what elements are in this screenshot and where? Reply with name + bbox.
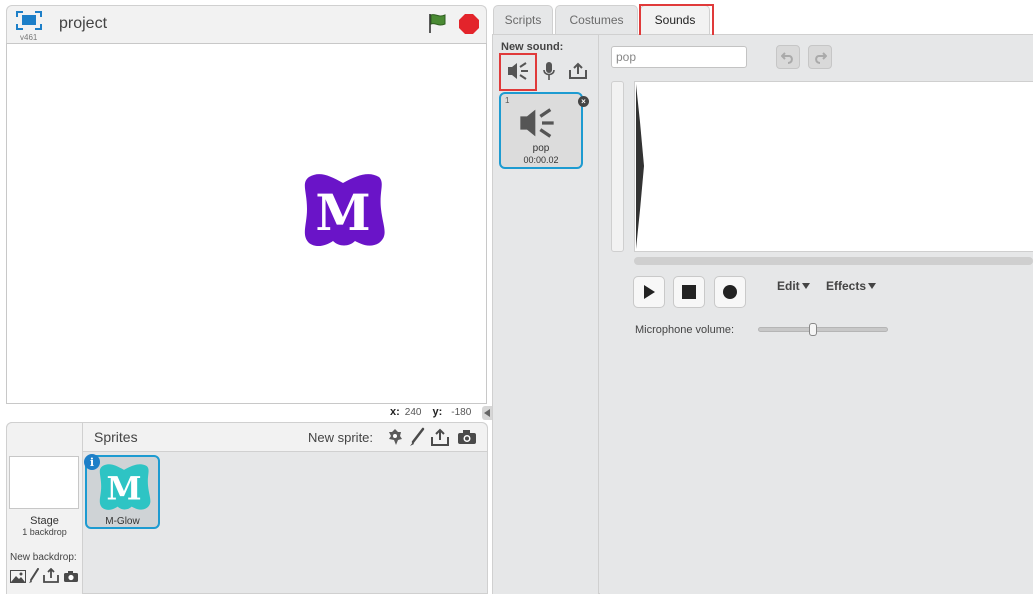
sprites-header xyxy=(83,423,487,452)
sprite-m-glow-on-stage[interactable]: M xyxy=(299,169,387,251)
upload-backdrop-button[interactable] xyxy=(42,567,59,584)
play-icon xyxy=(644,285,655,299)
record-button[interactable] xyxy=(714,276,746,308)
dropdown-arrow-icon xyxy=(868,283,877,289)
camera-backdrop-button[interactable] xyxy=(62,569,79,583)
paint-new-sprite-button[interactable] xyxy=(408,426,426,448)
x-coord-value: 240 xyxy=(404,407,422,418)
upload-icon xyxy=(42,568,59,583)
library-sound-highlight xyxy=(499,53,537,91)
upload-icon xyxy=(431,428,449,446)
edit-menu-label: Edit xyxy=(777,279,800,293)
stop-button[interactable] xyxy=(458,13,480,35)
camera-icon xyxy=(457,430,476,444)
fullscreen-icon xyxy=(16,11,42,30)
m-letter-sprite-icon: M xyxy=(304,174,385,247)
sound-tile-pop[interactable]: 1 pop 00:00.02 xyxy=(499,92,583,169)
info-icon: i xyxy=(89,455,95,469)
dropdown-arrow-icon xyxy=(801,283,810,289)
mouse-coordinates: x: 240 y: -180 xyxy=(390,406,471,418)
sound-tile-speaker xyxy=(517,106,557,140)
sound-index: 1 xyxy=(505,96,510,105)
backdrop-library-button[interactable] xyxy=(9,568,26,584)
upload-icon xyxy=(569,62,587,79)
new-backdrop-label: New backdrop: xyxy=(10,552,77,563)
paint-backdrop-button[interactable] xyxy=(27,567,41,584)
sprite-info-button[interactable]: i xyxy=(84,454,100,470)
sprites-title: Sprites xyxy=(94,429,138,445)
choose-sprite-from-library-button[interactable] xyxy=(385,426,405,448)
stage-label: Stage xyxy=(30,515,59,527)
tab-scripts-label: Scripts xyxy=(504,13,542,27)
upload-sprite-button[interactable] xyxy=(430,426,450,448)
new-sprite-label: New sprite: xyxy=(308,430,374,445)
close-icon: × xyxy=(581,97,586,106)
paintbrush-icon xyxy=(410,427,425,446)
paintbrush-icon xyxy=(29,567,39,583)
edit-menu[interactable]: Edit xyxy=(777,279,810,293)
x-coord-label: x: xyxy=(390,406,400,418)
microphone-volume-label: Microphone volume: xyxy=(635,324,735,336)
stop-square-icon xyxy=(682,285,696,299)
collapse-stage-button[interactable] xyxy=(482,406,492,420)
y-coord-label: y: xyxy=(432,406,443,418)
landscape-image-icon xyxy=(9,569,26,583)
record-circle-icon xyxy=(723,285,737,299)
stop-sound-button[interactable] xyxy=(673,276,705,308)
sound-name-field[interactable] xyxy=(611,46,747,68)
tab-scripts[interactable]: Scripts xyxy=(493,5,553,34)
effects-menu-label: Effects xyxy=(826,279,867,293)
play-sound-button[interactable] xyxy=(633,276,665,308)
tab-costumes[interactable]: Costumes xyxy=(555,5,638,34)
triangle-left-icon xyxy=(484,409,490,417)
waveform-display[interactable] xyxy=(634,81,1033,252)
green-flag-button[interactable] xyxy=(426,12,448,34)
undo-icon xyxy=(781,52,793,64)
stage-thumbnail[interactable] xyxy=(9,456,79,509)
sound-duration: 00:00.02 xyxy=(523,155,559,165)
speaker-icon xyxy=(520,108,554,138)
new-sound-label: New sound: xyxy=(501,41,564,53)
tab-costumes-label: Costumes xyxy=(569,13,624,27)
camera-icon xyxy=(63,570,78,582)
record-sound-button[interactable] xyxy=(539,59,559,83)
waveform-scrollbar[interactable] xyxy=(634,257,1033,265)
sprite-library-icon xyxy=(389,429,402,445)
upload-sound-button[interactable] xyxy=(567,59,589,83)
fullscreen-button[interactable] xyxy=(14,10,44,32)
slider-thumb[interactable] xyxy=(808,323,817,336)
version-label: v461 xyxy=(20,33,38,42)
delete-sound-button[interactable]: × xyxy=(578,96,589,107)
waveform-zoom-bar[interactable] xyxy=(611,81,624,252)
sprite-name: M-Glow xyxy=(105,516,140,527)
svg-text:M: M xyxy=(106,471,141,508)
microphone-volume-slider[interactable] xyxy=(758,323,888,336)
m-letter-glow-icon: M xyxy=(99,464,151,510)
m-glow-thumbnail: M xyxy=(96,461,152,513)
stage-canvas[interactable]: M xyxy=(6,43,487,404)
effects-menu[interactable]: Effects xyxy=(826,279,877,293)
project-title[interactable]: project xyxy=(59,15,107,33)
y-coord-value: -180 xyxy=(451,407,472,418)
waveform-graphic xyxy=(636,84,644,249)
camera-new-sprite-button[interactable] xyxy=(456,427,477,447)
sound-name: pop xyxy=(532,143,550,154)
microphone-icon xyxy=(543,62,555,80)
undo-button[interactable] xyxy=(776,45,800,69)
svg-text:M: M xyxy=(315,183,370,242)
stop-icon xyxy=(459,14,479,34)
redo-button[interactable] xyxy=(808,45,832,69)
redo-icon xyxy=(815,52,827,64)
backdrop-count: 1 backdrop xyxy=(22,527,67,537)
green-flag-icon xyxy=(429,14,446,33)
